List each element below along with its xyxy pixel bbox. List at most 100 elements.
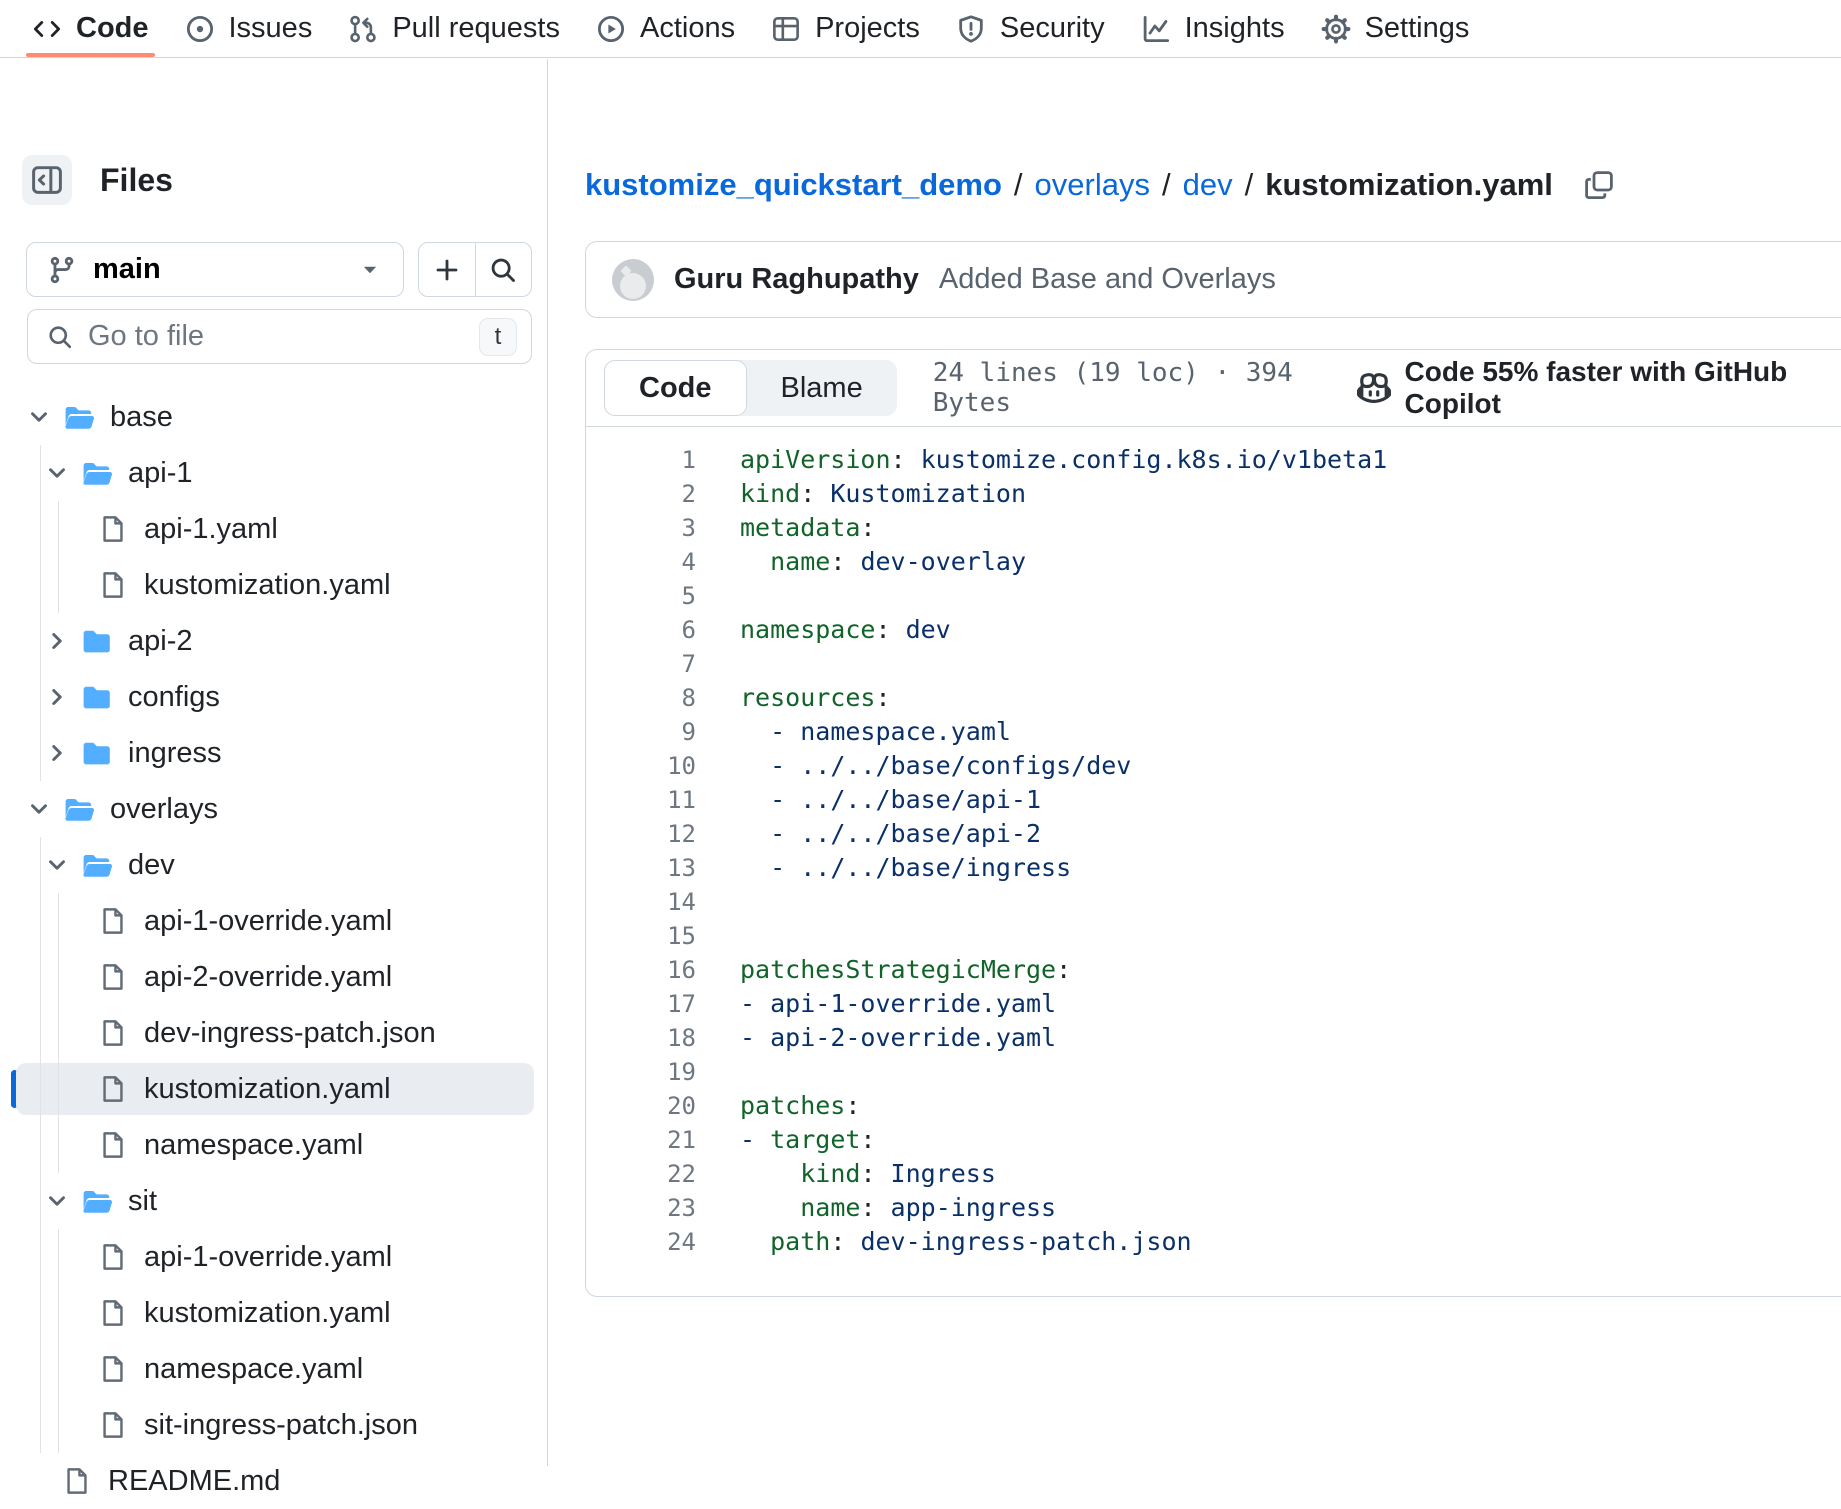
line-number[interactable]: 17	[586, 987, 696, 1021]
line-number[interactable]: 24	[586, 1225, 696, 1259]
plus-icon	[432, 255, 462, 285]
tree-item-kustomization.yaml[interactable]: kustomization.yaml	[0, 1061, 538, 1117]
breadcrumb-link[interactable]: overlays	[1035, 167, 1150, 203]
nav-tab-projects[interactable]: Projects	[753, 0, 938, 57]
tree-item-label: dev	[128, 849, 175, 882]
file-icon	[98, 570, 128, 600]
line-number[interactable]: 3	[586, 511, 696, 545]
tree-item-configs[interactable]: configs	[0, 669, 538, 725]
branch-selector[interactable]: main	[26, 242, 404, 297]
line-number[interactable]: 2	[586, 477, 696, 511]
tree-item-kustomization.yaml[interactable]: kustomization.yaml	[0, 1285, 538, 1341]
chevron-right-icon	[44, 685, 80, 709]
file-viewer-header: CodeBlame 24 lines (19 loc) · 394 Bytes …	[586, 350, 1841, 427]
line-number[interactable]: 11	[586, 783, 696, 817]
line-number[interactable]: 19	[586, 1055, 696, 1089]
file-content-panel: kustomize_quickstart_demo/overlays/dev/k…	[549, 59, 1841, 1466]
tree-item-api-1-override.yaml[interactable]: api-1-override.yaml	[0, 1229, 538, 1285]
tree-item-kustomization.yaml[interactable]: kustomization.yaml	[0, 557, 538, 613]
tree-item-README.md[interactable]: README.md	[0, 1453, 538, 1509]
current-branch-label: main	[93, 253, 341, 286]
line-number[interactable]: 16	[586, 953, 696, 987]
code-line: 6namespace: dev	[586, 613, 1841, 647]
code-line-text	[696, 579, 740, 613]
tree-item-sit-ingress-patch.json[interactable]: sit-ingress-patch.json	[0, 1397, 538, 1453]
chevron-down-icon	[44, 1189, 80, 1213]
tree-item-base[interactable]: base	[0, 389, 538, 445]
chevron-right-icon	[44, 741, 80, 765]
copilot-banner[interactable]: Code 55% faster with GitHub Copilot	[1357, 356, 1841, 420]
line-number[interactable]: 12	[586, 817, 696, 851]
code-line: 17- api-1-override.yaml	[586, 987, 1841, 1021]
line-number[interactable]: 13	[586, 851, 696, 885]
line-number[interactable]: 15	[586, 919, 696, 953]
line-number[interactable]: 4	[586, 545, 696, 579]
search-tree-button[interactable]	[476, 243, 532, 296]
breadcrumb-link[interactable]: kustomize_quickstart_demo	[585, 167, 1002, 203]
line-number[interactable]: 10	[586, 749, 696, 783]
line-number[interactable]: 9	[586, 715, 696, 749]
collapse-sidebar-button[interactable]	[22, 155, 72, 205]
line-number[interactable]: 22	[586, 1157, 696, 1191]
line-number[interactable]: 5	[586, 579, 696, 613]
tree-item-label: ingress	[128, 737, 222, 770]
commit-author[interactable]: Guru Raghupathy	[674, 263, 919, 296]
tree-item-api-1-override.yaml[interactable]: api-1-override.yaml	[0, 893, 538, 949]
code-line-text	[696, 1055, 740, 1089]
line-number[interactable]: 23	[586, 1191, 696, 1225]
chevron-down-icon	[44, 461, 80, 485]
nav-tab-insights[interactable]: Insights	[1123, 0, 1303, 57]
gear-icon	[1321, 14, 1351, 44]
code-line: 16patchesStrategicMerge:	[586, 953, 1841, 987]
tree-item-ingress[interactable]: ingress	[0, 725, 538, 781]
code-line: 9 - namespace.yaml	[586, 715, 1841, 749]
tab-code[interactable]: Code	[604, 360, 747, 416]
nav-tab-code[interactable]: Code	[14, 0, 167, 57]
tree-item-label: base	[110, 401, 173, 434]
tree-item-namespace.yaml[interactable]: namespace.yaml	[0, 1117, 538, 1173]
breadcrumb-separator: /	[1014, 167, 1023, 203]
nav-tab-issues[interactable]: Issues	[167, 0, 331, 57]
search-icon	[46, 323, 74, 351]
line-number[interactable]: 7	[586, 647, 696, 681]
nav-tab-actions[interactable]: Actions	[578, 0, 753, 57]
tree-item-api-1.yaml[interactable]: api-1.yaml	[0, 501, 538, 557]
tab-blame[interactable]: Blame	[747, 360, 897, 416]
nav-tab-security[interactable]: Security	[938, 0, 1123, 57]
code-line-text: resources:	[696, 681, 891, 715]
tree-item-label: api-1-override.yaml	[144, 905, 392, 938]
tree-item-overlays[interactable]: overlays	[0, 781, 538, 837]
tree-item-api-1[interactable]: api-1	[0, 445, 538, 501]
tree-item-api-2[interactable]: api-2	[0, 613, 538, 669]
tree-item-api-2-override.yaml[interactable]: api-2-override.yaml	[0, 949, 538, 1005]
nav-tab-settings[interactable]: Settings	[1303, 0, 1488, 57]
tree-item-dev[interactable]: dev	[0, 837, 538, 893]
tree-item-sit[interactable]: sit	[0, 1173, 538, 1229]
go-to-file-input[interactable]	[88, 320, 465, 353]
line-number[interactable]: 20	[586, 1089, 696, 1123]
line-number[interactable]: 8	[586, 681, 696, 715]
line-number[interactable]: 14	[586, 885, 696, 919]
chevron-down-icon	[26, 797, 62, 821]
file-meta: 24 lines (19 loc) · 394 Bytes	[933, 358, 1357, 418]
code-line-text: patchesStrategicMerge:	[696, 953, 1071, 987]
tree-item-dev-ingress-patch.json[interactable]: dev-ingress-patch.json	[0, 1005, 538, 1061]
copy-icon	[1583, 169, 1615, 201]
code-line-text	[696, 919, 740, 953]
line-number[interactable]: 6	[586, 613, 696, 647]
code-line-text: name: app-ingress	[696, 1191, 1056, 1225]
copy-path-button[interactable]	[1579, 165, 1619, 205]
commit-message[interactable]: Added Base and Overlays	[939, 263, 1276, 296]
code-line: 8resources:	[586, 681, 1841, 715]
line-number[interactable]: 21	[586, 1123, 696, 1157]
nav-tab-label: Insights	[1185, 12, 1285, 45]
new-file-button[interactable]	[419, 243, 476, 296]
breadcrumb-link[interactable]: dev	[1183, 167, 1233, 203]
nav-tab-pull-requests[interactable]: Pull requests	[330, 0, 578, 57]
line-number[interactable]: 18	[586, 1021, 696, 1055]
shield-icon	[956, 14, 986, 44]
code-line: 7	[586, 647, 1841, 681]
line-number[interactable]: 1	[586, 443, 696, 477]
latest-commit-bar[interactable]: Guru Raghupathy Added Base and Overlays	[585, 241, 1841, 318]
tree-item-namespace.yaml[interactable]: namespace.yaml	[0, 1341, 538, 1397]
